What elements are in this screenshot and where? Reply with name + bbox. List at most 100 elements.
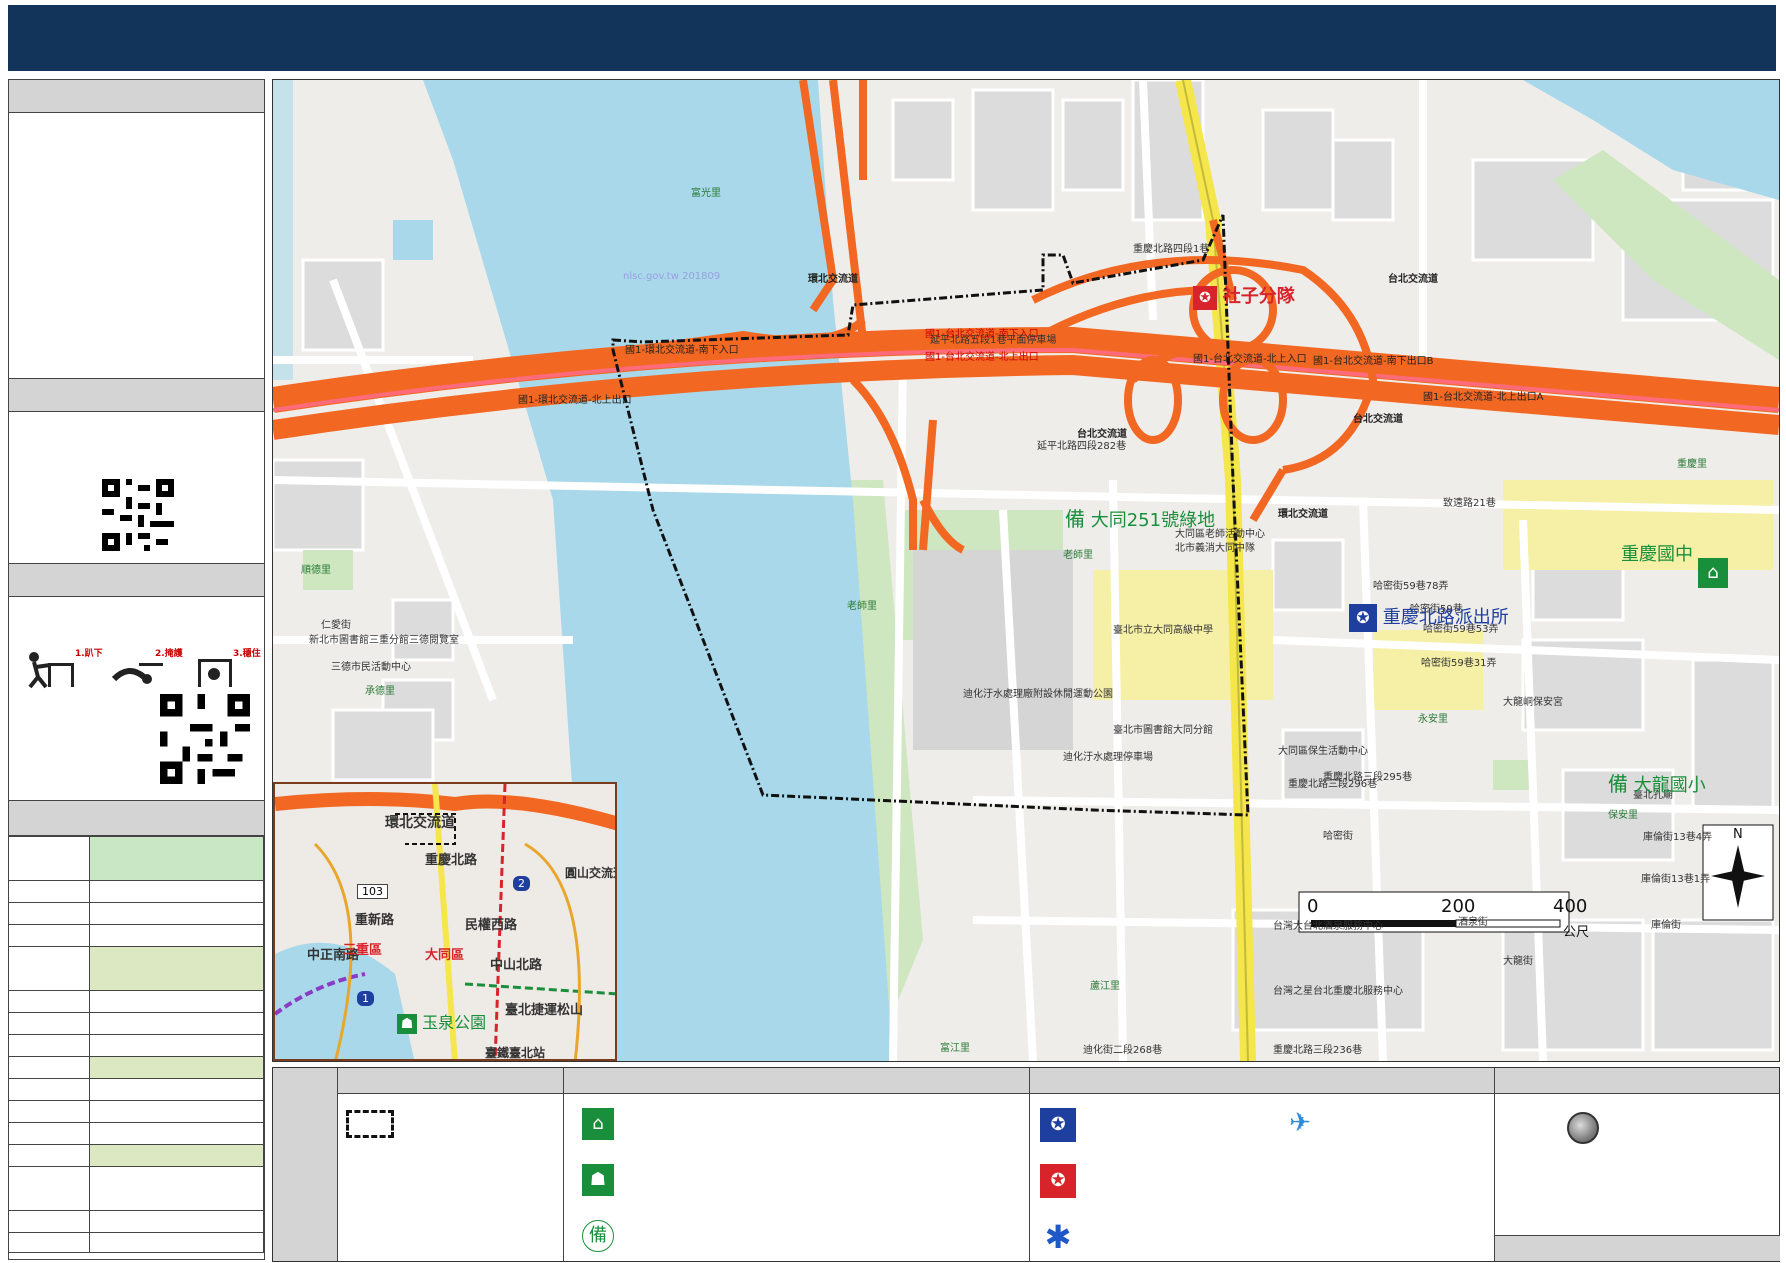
road-label: 致遠路21巷 <box>1443 498 1496 509</box>
drill-caption-3: 3.穩住 <box>233 649 261 659</box>
inset-map[interactable]: 環北交流道 重慶北路 重新路 民權西路 中正南路 三重區 大同區 中山北路 圓山… <box>273 782 617 1061</box>
fire-station-icon: ✪ <box>1193 286 1217 310</box>
road-label: 迪化汙水處理停車場 <box>1063 752 1153 763</box>
police-station-poi[interactable]: ✪ 重慶北路派出所 <box>1349 603 1509 632</box>
inset-label: 中山北路 <box>490 958 543 973</box>
qr-code-icon[interactable] <box>160 694 250 784</box>
road-label: 迪化街二段268巷 <box>1083 1045 1163 1056</box>
district-label: 富光里 <box>691 188 721 199</box>
poi-label: 重慶北路派出所 <box>1382 607 1509 628</box>
standby-icon: 備 <box>582 1220 614 1252</box>
poi-label: 大同251號綠地 <box>1090 510 1216 531</box>
district-label: 承德里 <box>365 686 395 697</box>
fire-station-icon: ✪ <box>1040 1164 1076 1198</box>
police-station-icon: ✪ <box>1349 604 1377 632</box>
scale-label: 0 <box>1307 896 1319 917</box>
road-label: 迪化汙水處理廠附設休閒運動公園 <box>963 689 1113 700</box>
scale-unit: 公尺 <box>1563 925 1590 940</box>
inset-park[interactable]: ☗ 玉泉公園 <box>397 1009 486 1034</box>
road-label: 台灣大台北酒泉服務中心 <box>1273 921 1383 932</box>
info-panel <box>8 79 265 381</box>
district-label: 保安里 <box>1608 810 1638 821</box>
road-label: 新北市圖書館三重分館三德閱覽室 <box>309 635 459 646</box>
inset-label: 重新路 <box>355 913 395 928</box>
road-label: 哈密街59巷31弄 <box>1421 658 1497 669</box>
road-label: 仁愛街 <box>321 620 351 631</box>
green-space-poi[interactable]: 備 大同251號綠地 <box>1065 503 1215 532</box>
school-poi[interactable]: 重慶國中 <box>1621 540 1693 566</box>
standby-icon: 備 <box>1065 507 1085 531</box>
road-label: 哈密街 <box>1323 831 1353 842</box>
helicopter-icon: ✈ <box>1289 1108 1311 1138</box>
poi-label: 社子分隊 <box>1222 286 1295 307</box>
watermark: nlsc.gov.tw 201809 <box>623 271 721 282</box>
qr-code-icon[interactable] <box>102 479 174 551</box>
road-label: 國1-台北交流道-北上出口 <box>925 352 1039 363</box>
road-label: 國1-環北交流道-南下入口 <box>625 345 739 356</box>
road-label: 延平北路四段282巷 <box>1037 441 1127 452</box>
legend-col-4 <box>1494 1068 1780 1261</box>
road-label: 北市義消大同中隊 <box>1175 543 1255 554</box>
route-badge: 2 <box>513 876 530 891</box>
road-label: 三德市民活動中心 <box>331 662 411 673</box>
inset-label: 臺鐵臺北站 <box>485 1046 546 1060</box>
road-label: 國1-台北交流道-南下出口B <box>1313 356 1434 367</box>
police-station-icon: ✪ <box>1040 1108 1076 1142</box>
road-label: 國1-環北交流道-北上出口 <box>518 395 632 406</box>
road-label: 台北交流道 <box>1388 274 1438 285</box>
road-label: 哈密街59巷78弄 <box>1373 581 1449 592</box>
inset-label: 臺北捷運松山 <box>505 1003 584 1018</box>
road-label: 大龍峒保安宮 <box>1503 697 1563 708</box>
poi-label: 重慶國中 <box>1621 544 1693 565</box>
main-map[interactable]: 富光里 老師里 老師里 重慶里 永安里 保安里 蘆江里 富江里 順德里 承德里 … <box>272 79 1780 1062</box>
scale-label: 200 <box>1441 896 1476 917</box>
boundary-icon <box>346 1110 394 1138</box>
district-label: 蘆江里 <box>1090 981 1120 992</box>
ems-icon: ✱ <box>1044 1218 1072 1256</box>
road-label: 大同區保生活動中心 <box>1278 746 1368 757</box>
inset-label: 重慶北路 <box>425 853 478 868</box>
inset-label: 大同區 <box>425 948 465 963</box>
road-label: 臺北市圖書館大同分館 <box>1113 725 1213 736</box>
road-label: 重慶北路三段295巷 <box>1323 772 1413 783</box>
school-poi[interactable]: 備 大龍國小 <box>1608 768 1706 797</box>
evac-park-icon: ☗ <box>397 1014 417 1034</box>
road-label: 國1-台北交流道-北上入口 <box>1193 354 1307 365</box>
district-label: 永安里 <box>1418 714 1448 725</box>
road-label: 重慶北路三段236巷 <box>1273 1045 1363 1056</box>
title-bar <box>8 5 1776 71</box>
inset-label: 民權西路 <box>465 918 518 933</box>
legend-col-1 <box>337 1068 563 1261</box>
fire-station-poi[interactable]: ✪ 社子分隊 <box>1193 282 1295 310</box>
road-label: 延平北路五段1巷平面停車場 <box>930 335 1057 346</box>
district-label: 富江里 <box>940 1043 970 1054</box>
route-badge: 1 <box>357 991 374 1006</box>
legend-col-2: ⌂ ☗ 備 <box>563 1068 1029 1261</box>
inset-label: 三重區 <box>343 943 383 958</box>
shelter-icon: ⌂ <box>582 1108 614 1140</box>
district-label: 老師里 <box>1063 550 1093 561</box>
drill-panel: 1.趴下 2.掩護 3.穩住 <box>8 563 265 803</box>
legend: ⌂ ☗ 備 ✪ ✪ ✱ ✈ <box>272 1067 1780 1262</box>
drill-caption-2: 2.掩護 <box>155 649 183 659</box>
inset-park-label: 玉泉公園 <box>422 1013 487 1032</box>
road-label: 環北交流道 <box>808 274 858 285</box>
inset-label: 環北交流道 <box>385 815 455 831</box>
inset-label: 圓山交流道 <box>565 866 615 880</box>
district-label: 老師里 <box>847 601 877 612</box>
legend-side <box>273 1068 337 1261</box>
qr-panel <box>8 378 265 566</box>
road-label: 臺北市立大同高級中學 <box>1113 625 1213 636</box>
scale-label: 400 <box>1553 896 1588 917</box>
shelter-icon[interactable]: ⌂ <box>1698 558 1728 588</box>
evac-park-icon: ☗ <box>582 1164 614 1196</box>
drill-caption-1: 1.趴下 <box>75 649 103 659</box>
district-label: 順德里 <box>301 565 331 576</box>
road-label: 台灣之星台北重慶北服務中心 <box>1273 986 1403 997</box>
north-label: N <box>1733 827 1743 842</box>
poi-label: 大龍國小 <box>1633 775 1706 796</box>
road-label: 環北交流道 <box>1278 509 1328 520</box>
road-label: 台北交流道 <box>1353 414 1403 425</box>
legend-col-3: ✪ ✪ ✱ ✈ <box>1029 1068 1494 1261</box>
assembly-icon <box>1567 1112 1599 1144</box>
